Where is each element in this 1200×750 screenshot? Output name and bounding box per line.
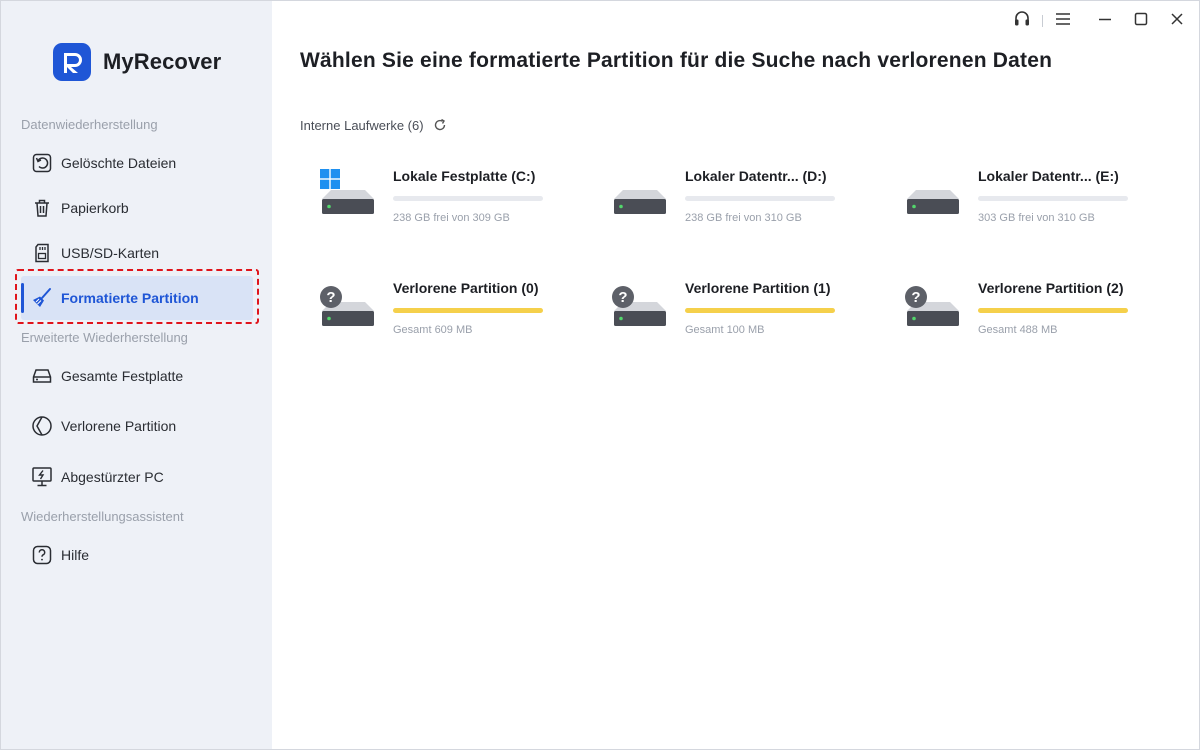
sidebar-item-formatted-partition[interactable]: Formatierte Partition <box>21 276 253 320</box>
minimize-icon <box>1097 11 1113 32</box>
drive-usage-bar <box>685 196 835 201</box>
trash-icon <box>31 197 53 219</box>
active-indicator <box>21 283 24 313</box>
support-button[interactable] <box>1004 3 1040 39</box>
lost-partition-icon <box>31 415 53 437</box>
drive-name: Lokaler Datentr... (E:) <box>978 168 1119 184</box>
sidebar-item-lost-partition[interactable]: Verlorene Partition <box>21 404 253 448</box>
drive-name: Verlorene Partition (2) <box>978 280 1124 296</box>
sidebar-item-label: Verlorene Partition <box>61 418 177 434</box>
sidebar-item-label: Formatierte Partition <box>61 290 199 306</box>
section-title-recovery-assistant: Wiederherstellungsassistent <box>21 509 184 524</box>
question-mark-icon: ? <box>905 286 927 308</box>
page-title: Wählen Sie eine formatierte Partition fü… <box>300 49 1053 72</box>
drive-usage-bar <box>393 308 543 313</box>
sidebar-item-deleted-files[interactable]: Gelöschte Dateien <box>21 141 253 185</box>
headset-icon <box>1013 10 1031 33</box>
sidebar-item-recycle-bin[interactable]: Papierkorb <box>21 186 253 230</box>
broom-icon <box>31 287 53 309</box>
drive-size-text: Gesamt 609 MB <box>393 324 473 336</box>
maximize-icon <box>1133 11 1149 32</box>
drive-size-text: Gesamt 488 MB <box>978 324 1058 336</box>
question-mark-icon: ? <box>612 286 634 308</box>
sidebar-item-whole-disk[interactable]: Gesamte Festplatte <box>21 354 253 398</box>
sidebar-item-label: USB/SD-Karten <box>61 245 160 261</box>
drive-usage-bar <box>393 196 543 201</box>
close-icon <box>1169 11 1185 32</box>
section-title-advanced-recovery: Erweiterte Wiederherstellung <box>21 330 188 345</box>
drive-card[interactable]: Lokale Festplatte (C:) 238 GB frei von 30… <box>300 157 543 237</box>
sidebar-item-label: Gelöschte Dateien <box>61 155 177 171</box>
refresh-icon <box>434 118 445 131</box>
app-window: MyRecover Datenwiederherstellung Gelösch… <box>0 0 1200 750</box>
drive-name: Lokale Festplatte (C:) <box>393 168 536 184</box>
myrecover-logo-icon <box>53 43 91 81</box>
drive-name: Lokaler Datentr... (D:) <box>685 168 827 184</box>
refresh-button[interactable] <box>432 117 448 133</box>
windows-logo-icon <box>320 169 340 194</box>
hard-disk-icon <box>906 189 960 215</box>
sidebar-item-label: Abgestürzter PC <box>61 469 164 485</box>
drives-section-header: Interne Laufwerke (6) <box>300 117 448 133</box>
sidebar-item-crashed-pc[interactable]: Abgestürzter PC <box>21 455 253 499</box>
drive-card[interactable]: ? Verlorene Partition (1) Gesamt 100 MB <box>592 269 835 349</box>
controls-divider <box>1042 15 1043 27</box>
drive-size-text: Gesamt 100 MB <box>685 324 765 336</box>
menu-button[interactable] <box>1045 3 1081 39</box>
sd-card-icon <box>31 242 53 264</box>
sidebar-item-help[interactable]: Hilfe <box>21 533 253 577</box>
restore-icon <box>31 152 53 174</box>
drive-name: Verlorene Partition (1) <box>685 280 831 296</box>
drive-card[interactable]: Lokaler Datentr... (D:) 238 GB frei von 3… <box>592 157 835 237</box>
sidebar-item-usb-sd[interactable]: USB/SD-Karten <box>21 231 253 275</box>
sidebar-item-label: Gesamte Festplatte <box>61 368 184 384</box>
drive-usage-bar <box>685 308 835 313</box>
drive-usage-bar <box>978 196 1128 201</box>
app-name: MyRecover <box>103 49 222 74</box>
hard-drive-icon <box>31 365 53 387</box>
app-logo: MyRecover <box>53 43 221 81</box>
drive-usage-bar <box>978 308 1128 313</box>
sidebar: MyRecover Datenwiederherstellung Gelösch… <box>1 1 272 749</box>
window-controls <box>1004 1 1199 41</box>
drive-size-text: 238 GB frei von 310 GB <box>685 212 802 224</box>
minimize-button[interactable] <box>1087 3 1123 39</box>
drives-header-label: Interne Laufwerke (6) <box>300 117 424 133</box>
sidebar-item-label: Papierkorb <box>61 200 129 216</box>
drive-card[interactable]: ? Verlorene Partition (2) Gesamt 488 MB <box>885 269 1128 349</box>
drive-card[interactable]: Lokaler Datentr... (E:) 303 GB frei von 3… <box>885 157 1128 237</box>
menu-icon <box>1055 12 1071 31</box>
drive-card[interactable]: ? Verlorene Partition (0) Gesamt 609 MB <box>300 269 543 349</box>
question-mark-icon: ? <box>320 286 342 308</box>
drive-size-text: 303 GB frei von 310 GB <box>978 212 1095 224</box>
help-icon <box>31 544 53 566</box>
section-title-data-recovery: Datenwiederherstellung <box>21 117 158 132</box>
close-button[interactable] <box>1159 3 1195 39</box>
maximize-button[interactable] <box>1123 3 1159 39</box>
drive-size-text: 238 GB frei von 309 GB <box>393 212 510 224</box>
sidebar-item-label: Hilfe <box>61 547 90 563</box>
hard-disk-icon <box>613 189 667 215</box>
crashed-pc-icon <box>31 466 53 488</box>
drive-name: Verlorene Partition (0) <box>393 280 539 296</box>
